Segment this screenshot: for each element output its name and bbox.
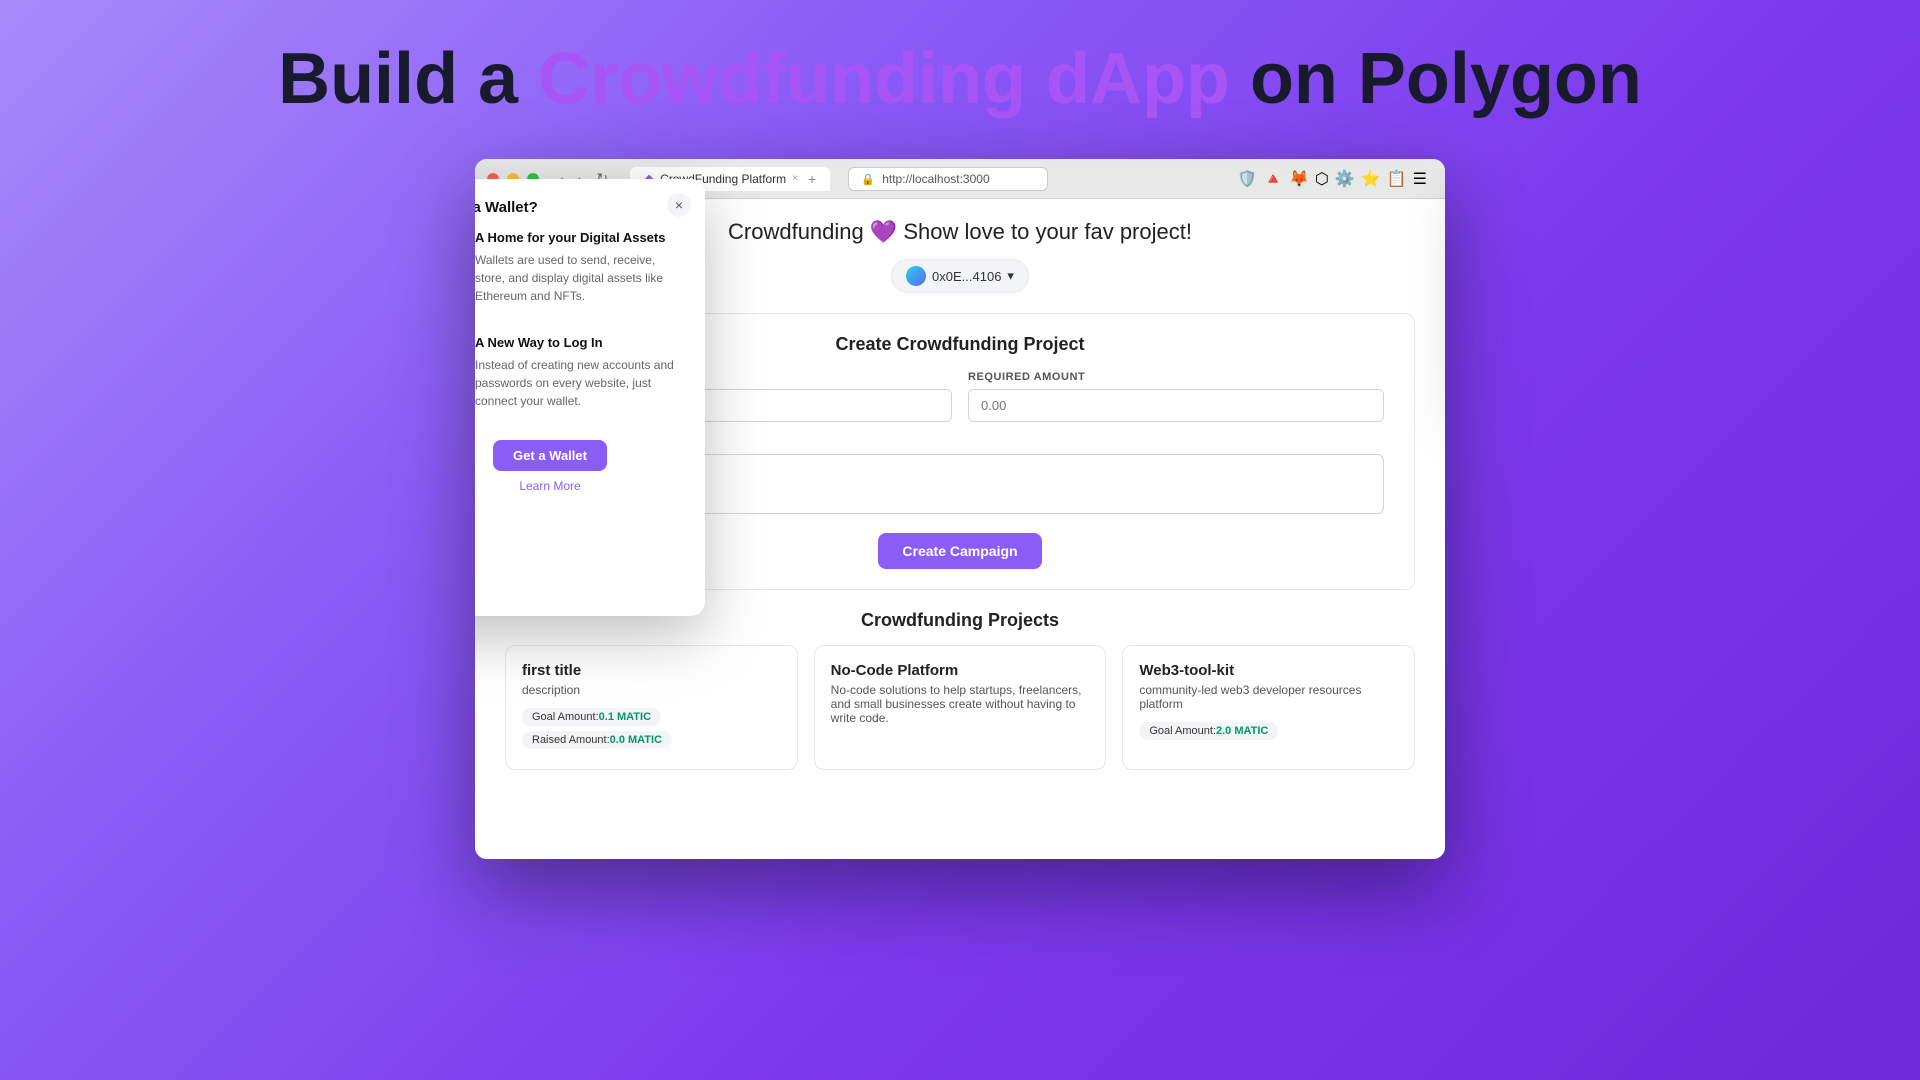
required-amount-input[interactable] <box>968 389 1384 422</box>
digital-assets-title: A Home for your Digital Assets <box>475 230 685 245</box>
what-is-wallet-title: What is a Wallet? <box>475 199 685 216</box>
browser-ext-icon-5[interactable]: ⚙️ <box>1335 169 1355 189</box>
new-login-text: A New Way to Log In Instead of creating … <box>475 335 685 424</box>
goal-badge-3: Goal Amount:2.0 MATIC <box>1139 722 1278 740</box>
new-tab-icon[interactable]: + <box>808 171 816 187</box>
required-amount-label: REQUIRED AMOUNT <box>968 371 1384 383</box>
project-card-title-2: No-Code Platform <box>831 662 1090 679</box>
digital-assets-text: A Home for your Digital Assets Wallets a… <box>475 230 685 319</box>
required-amount-group: REQUIRED AMOUNT <box>968 371 1384 422</box>
wallet-address-button[interactable]: 0x0E...4106 ▾ <box>891 259 1029 293</box>
browser-window: ‹ › ↻ ◆ CrowdFunding Platform × + 🔒 http… <box>475 159 1445 859</box>
browser-ext-icon-2[interactable]: 🔺 <box>1263 169 1283 189</box>
tab-close-icon[interactable]: × <box>792 173 798 184</box>
new-login-desc: Instead of creating new accounts and pas… <box>475 356 685 410</box>
browser-ext-icon-1[interactable]: 🛡️ <box>1237 169 1257 189</box>
project-card-desc-1: description <box>522 683 781 697</box>
wallet-avatar <box>906 266 926 286</box>
modal-close-button[interactable]: × <box>667 193 691 217</box>
get-wallet-button[interactable]: Get a Wallet <box>493 440 607 471</box>
wallet-modal: Connect a Wallet Recent 🦊 MetaMask Recom… <box>475 179 705 616</box>
goal-badge-1: Goal Amount:0.1 MATIC <box>522 708 661 726</box>
project-card-3: Web3-tool-kit community-led web3 develop… <box>1122 645 1415 770</box>
raised-badge-1: Raised Amount:0.0 MATIC <box>522 731 672 749</box>
hero-title: Build a Crowdfunding dApp on Polygon <box>278 40 1642 119</box>
project-card-title-3: Web3-tool-kit <box>1139 662 1398 679</box>
browser-ext-icon-6[interactable]: ⭐ <box>1361 169 1381 189</box>
learn-more-link[interactable]: Learn More <box>475 479 685 493</box>
browser-ext-icon-4[interactable]: ⬡ <box>1315 169 1329 189</box>
project-card-2: No-Code Platform No-code solutions to he… <box>814 645 1107 770</box>
project-card-desc-2: No-code solutions to help startups, free… <box>831 683 1090 725</box>
browser-menu-icon[interactable]: ☰ <box>1413 169 1427 189</box>
browser-ext-icon-3[interactable]: 🦊 <box>1289 169 1309 189</box>
chevron-down-icon: ▾ <box>1007 268 1014 284</box>
create-campaign-button[interactable]: Create Campaign <box>878 533 1041 569</box>
projects-grid: first title description Goal Amount:0.1 … <box>505 645 1415 770</box>
project-card-title-1: first title <box>522 662 781 679</box>
url-bar[interactable]: 🔒 http://localhost:3000 <box>848 167 1048 191</box>
browser-actions: 🛡️ 🔺 🦊 ⬡ ⚙️ ⭐ 📋 ☰ <box>1237 169 1433 189</box>
project-card-desc-3: community-led web3 developer resources p… <box>1139 683 1398 711</box>
wallet-info-item-2: 🔐 A New Way to Log In Instead of creatin… <box>475 335 685 424</box>
browser-ext-icon-7[interactable]: 📋 <box>1387 169 1407 189</box>
wallet-info-panel: What is a Wallet? 💎 A Home for your Digi… <box>475 199 685 596</box>
wallet-info-item-1: 💎 A Home for your Digital Assets Wallets… <box>475 230 685 319</box>
digital-assets-desc: Wallets are used to send, receive, store… <box>475 251 685 305</box>
new-login-title: A New Way to Log In <box>475 335 685 350</box>
project-card-1: first title description Goal Amount:0.1 … <box>505 645 798 770</box>
